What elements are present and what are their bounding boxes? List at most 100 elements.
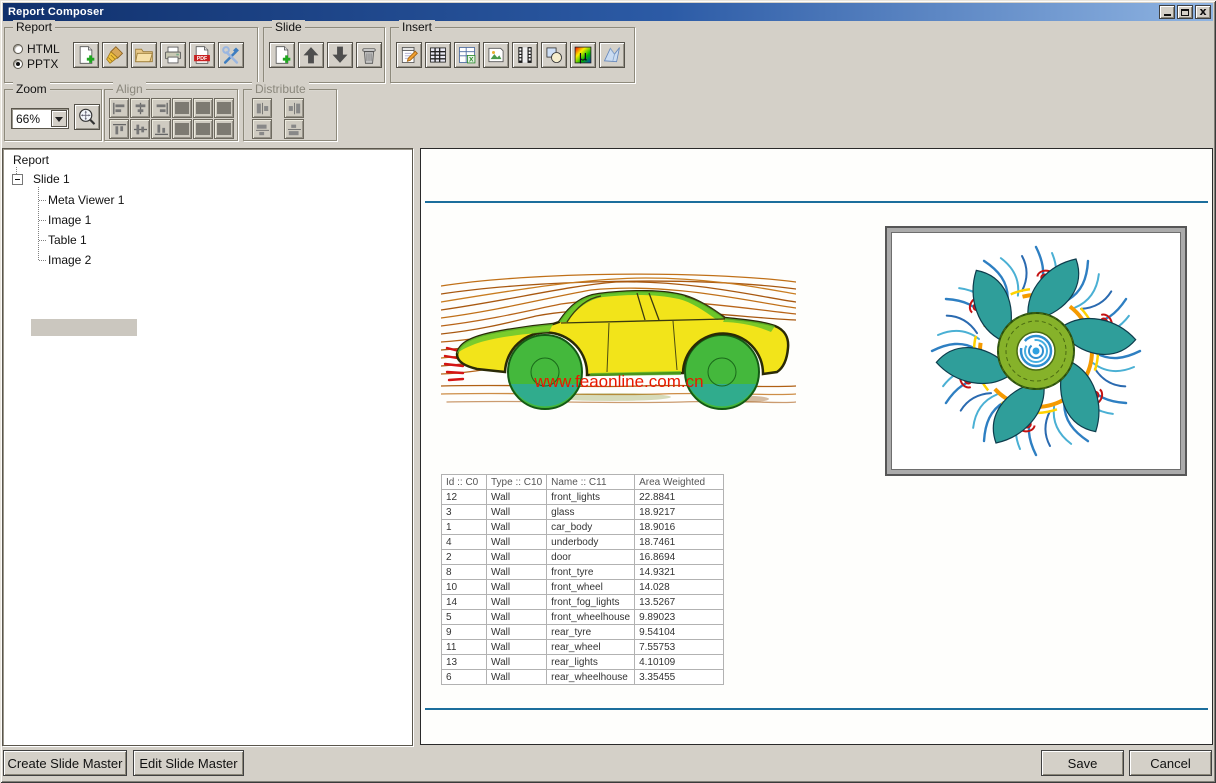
magnifier-crosshair-icon bbox=[77, 107, 97, 127]
area-weighted-table[interactable]: Id :: C0 Type :: C10 Name :: C11 Area We… bbox=[441, 474, 724, 685]
cell: 8 bbox=[442, 565, 487, 580]
align-right-button[interactable] bbox=[151, 98, 171, 118]
tree-line bbox=[38, 187, 39, 260]
tree-item-image-1[interactable]: Image 1 bbox=[48, 213, 91, 227]
report-settings-button[interactable] bbox=[218, 42, 244, 68]
table-row: 13Wallrear_lights4.10109 bbox=[442, 655, 724, 670]
cell: car_body bbox=[547, 520, 635, 535]
align-extra-5-button[interactable] bbox=[193, 119, 213, 139]
cancel-label: Cancel bbox=[1150, 756, 1190, 771]
align-top-button[interactable] bbox=[109, 119, 129, 139]
align-extra-3-button[interactable] bbox=[214, 98, 234, 118]
align-left-icon bbox=[112, 102, 127, 115]
folder-icon bbox=[134, 45, 154, 65]
insert-image-button[interactable] bbox=[483, 42, 509, 68]
table-row: 5Wallfront_wheelhouse9.89023 bbox=[442, 610, 724, 625]
tree-root-report[interactable]: Report bbox=[13, 153, 49, 167]
move-slide-up-button[interactable] bbox=[298, 42, 324, 68]
distribute-v2-button[interactable] bbox=[284, 119, 304, 139]
cell: front_wheelhouse bbox=[547, 610, 635, 625]
insert-group-label: Insert bbox=[399, 20, 435, 34]
zoom-dropdown-arrow[interactable] bbox=[51, 110, 67, 127]
close-button[interactable]: x bbox=[1195, 5, 1211, 19]
tree-expander-slide1[interactable] bbox=[12, 174, 23, 185]
note-pencil-icon bbox=[399, 45, 419, 65]
cell: 13 bbox=[442, 655, 487, 670]
cell: 16.8694 bbox=[635, 550, 724, 565]
cancel-button[interactable]: Cancel bbox=[1129, 750, 1212, 776]
film-strip-icon bbox=[515, 45, 535, 65]
insert-group: Insert X μ bbox=[390, 27, 635, 83]
align-bottom-button[interactable] bbox=[151, 119, 171, 139]
radio-html[interactable]: HTML bbox=[13, 42, 60, 55]
table-row: 1Wallcar_body18.9016 bbox=[442, 520, 724, 535]
cell: 3.35455 bbox=[635, 670, 724, 685]
cell: Wall bbox=[487, 520, 547, 535]
car-cfd-image[interactable]: www.feaonline.com.cn bbox=[441, 256, 796, 413]
tree-item-table-1[interactable]: Table 1 bbox=[48, 233, 87, 247]
radio-pptx[interactable]: PPTX bbox=[13, 57, 58, 70]
align-extra-4-button[interactable] bbox=[172, 119, 192, 139]
align-extra-1-button[interactable] bbox=[172, 98, 192, 118]
new-slide-button[interactable] bbox=[269, 42, 295, 68]
svg-text:PDF: PDF bbox=[197, 56, 207, 62]
maximize-button[interactable] bbox=[1177, 5, 1193, 19]
cell: 11 bbox=[442, 640, 487, 655]
title-bar[interactable]: Report Composer x bbox=[3, 3, 1213, 21]
minimize-button[interactable] bbox=[1159, 5, 1175, 19]
align-left-button[interactable] bbox=[109, 98, 129, 118]
save-button[interactable]: Save bbox=[1041, 750, 1124, 776]
align-extra-6-button[interactable] bbox=[214, 119, 234, 139]
table-row: 10Wallfront_wheel14.028 bbox=[442, 580, 724, 595]
edit-slide-master-label: Edit Slide Master bbox=[139, 756, 237, 771]
distribute-h2-button[interactable] bbox=[284, 98, 304, 118]
insert-shapes-button[interactable] bbox=[541, 42, 567, 68]
radio-pptx-circle[interactable] bbox=[13, 59, 23, 69]
insert-3d-view-button[interactable] bbox=[599, 42, 625, 68]
new-report-button[interactable] bbox=[73, 42, 99, 68]
cell: Wall bbox=[487, 550, 547, 565]
cell: Wall bbox=[487, 490, 547, 505]
distribute-v-icon bbox=[255, 123, 270, 136]
distribute-h-button[interactable] bbox=[252, 98, 272, 118]
blank-icon bbox=[217, 123, 231, 135]
insert-spreadsheet-button[interactable]: X bbox=[454, 42, 480, 68]
create-slide-master-button[interactable]: Create Slide Master bbox=[3, 750, 127, 776]
radio-html-circle[interactable] bbox=[13, 44, 23, 54]
tree-line bbox=[39, 200, 46, 201]
distribute-v-button[interactable] bbox=[252, 119, 272, 139]
align-middle-button[interactable] bbox=[130, 119, 150, 139]
slide-canvas[interactable]: www.feaonline.com.cn bbox=[420, 148, 1213, 745]
clean-report-button[interactable] bbox=[102, 42, 128, 68]
surface-3d-icon bbox=[602, 45, 622, 65]
edit-slide-master-button[interactable]: Edit Slide Master bbox=[133, 750, 244, 776]
cell: 3 bbox=[442, 505, 487, 520]
down-arrow-icon bbox=[330, 45, 350, 65]
zoom-fit-button[interactable] bbox=[74, 104, 100, 130]
tree-item-slide1[interactable]: Slide 1 bbox=[33, 172, 70, 186]
insert-table-button[interactable] bbox=[425, 42, 451, 68]
col-header-id: Id :: C0 bbox=[442, 475, 487, 490]
insert-colormap-button[interactable]: μ bbox=[570, 42, 596, 68]
insert-text-button[interactable] bbox=[396, 42, 422, 68]
table-header-row: Id :: C0 Type :: C10 Name :: C11 Area We… bbox=[442, 475, 724, 490]
align-extra-2-button[interactable] bbox=[193, 98, 213, 118]
zoom-group-label: Zoom bbox=[13, 82, 50, 96]
open-report-button[interactable] bbox=[131, 42, 157, 68]
tree-line bbox=[16, 167, 17, 174]
impeller-image-frame[interactable] bbox=[885, 226, 1187, 476]
cell: Wall bbox=[487, 610, 547, 625]
align-center-button[interactable] bbox=[130, 98, 150, 118]
insert-video-button[interactable] bbox=[512, 42, 538, 68]
tree-item-meta-viewer-1[interactable]: Meta Viewer 1 bbox=[48, 193, 124, 207]
tree-item-image-2[interactable]: Image 2 bbox=[48, 253, 91, 267]
move-slide-down-button[interactable] bbox=[327, 42, 353, 68]
tree-line bbox=[39, 220, 46, 221]
table-row: 14Wallfront_fog_lights13.5267 bbox=[442, 595, 724, 610]
export-pdf-button[interactable]: PDF bbox=[189, 42, 215, 68]
blank-icon bbox=[196, 123, 210, 135]
delete-slide-button[interactable] bbox=[356, 42, 382, 68]
zoom-select[interactable]: 66% bbox=[11, 108, 69, 129]
print-report-button[interactable] bbox=[160, 42, 186, 68]
cell: 14.9321 bbox=[635, 565, 724, 580]
